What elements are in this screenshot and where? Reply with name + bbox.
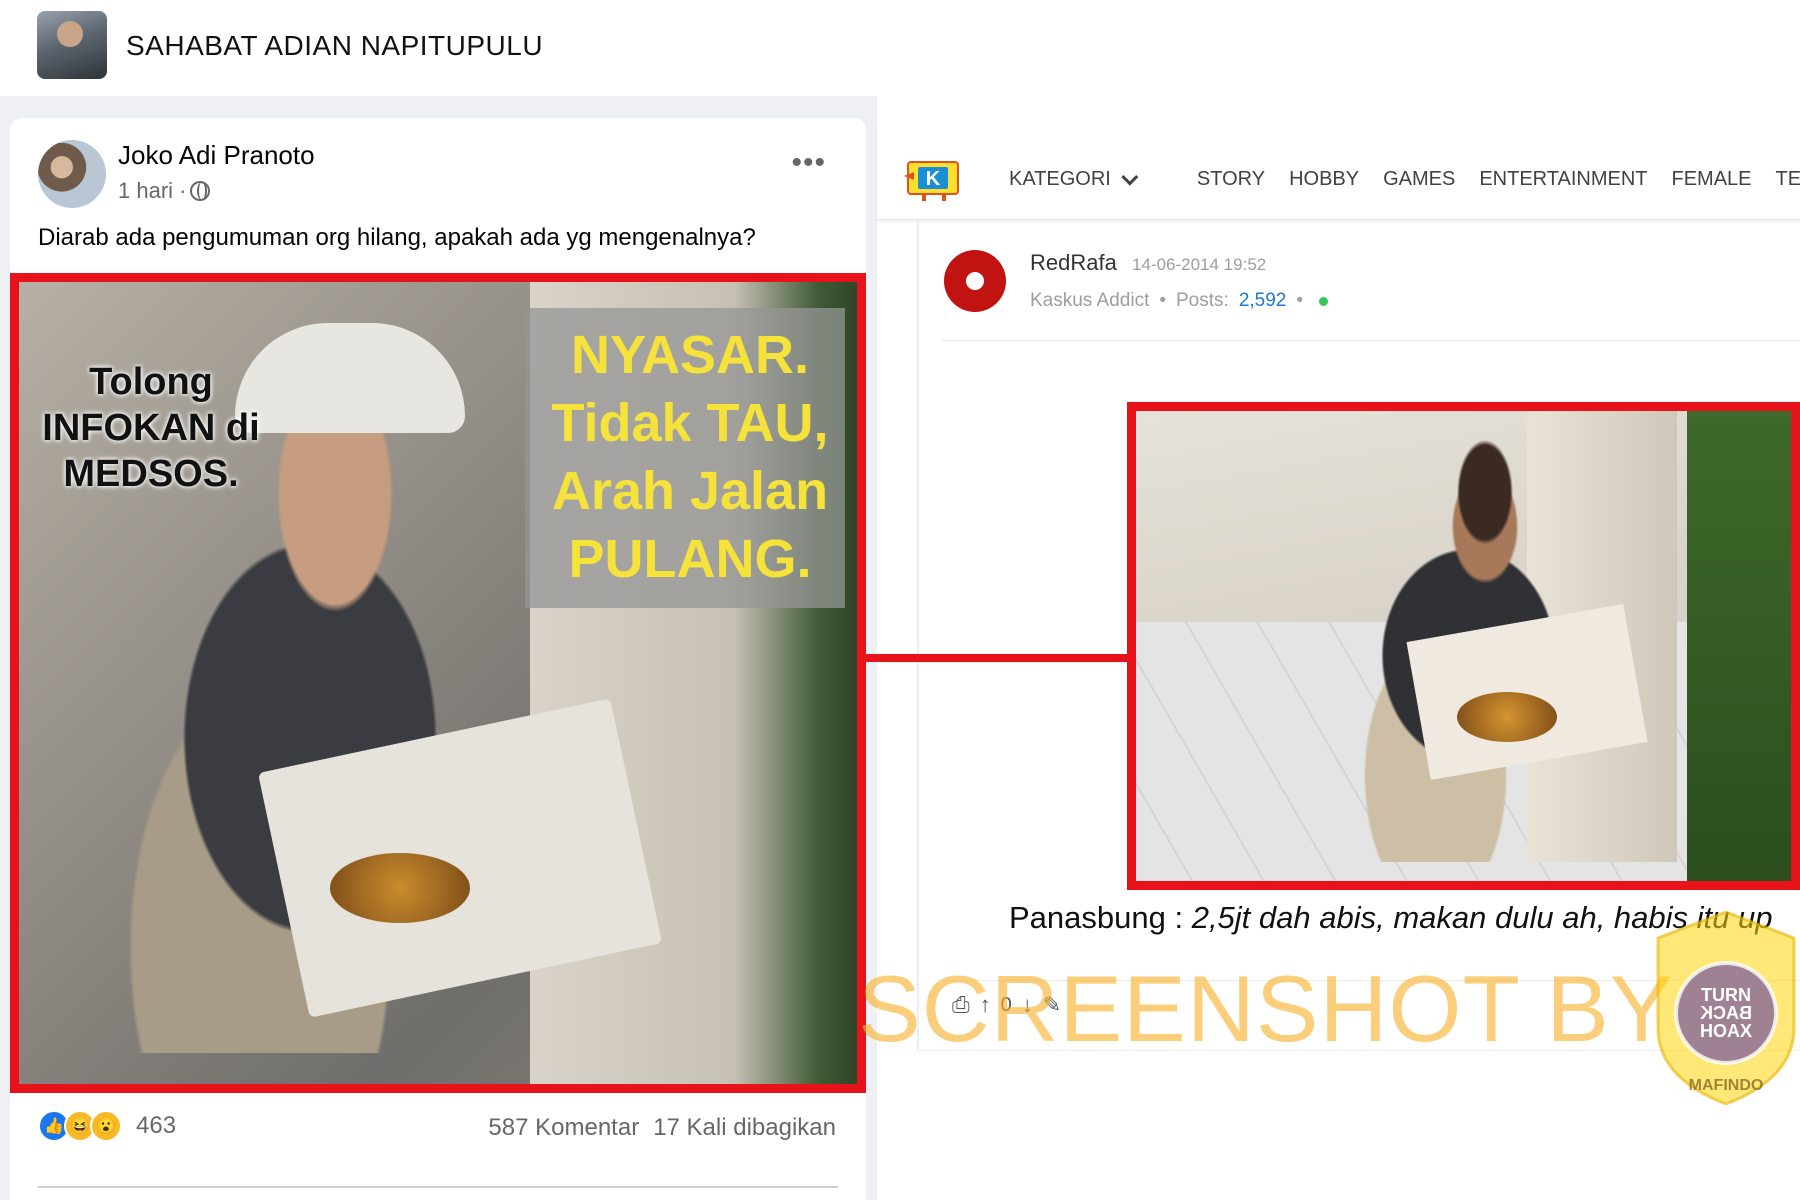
nav-female[interactable]: FEMALE	[1672, 168, 1752, 191]
nav-tech[interactable]: TECH	[1776, 168, 1800, 191]
post-actions: ⎙ ↑ 0 ↓ ✎	[952, 992, 1061, 1018]
globe-icon	[190, 181, 211, 201]
nav-kategori-label: KATEGORI	[1009, 168, 1111, 190]
image-caption-right: NYASAR. Tidak TAU, Arah Jalan PULANG.	[551, 325, 829, 589]
kaskus-panel: K KATEGORI STORY HOBBY GAMES ENTERTAINME…	[877, 0, 1800, 1200]
facebook-panel: SAHABAT ADIAN NAPITUPULU Joko Adi Pranot…	[0, 0, 877, 1200]
nav-games[interactable]: GAMES	[1383, 168, 1455, 191]
post-text: Diarab ada pengumuman org hilang, apakah…	[38, 224, 756, 251]
separator-dot: •	[1296, 290, 1304, 311]
highlight-connector-line	[866, 654, 1128, 662]
posts-count[interactable]: 2,592	[1239, 290, 1287, 312]
author-avatar[interactable]	[38, 140, 106, 208]
more-options-icon[interactable]: •••	[791, 148, 826, 178]
author-name[interactable]: Joko Adi Pranoto	[118, 140, 315, 171]
posts-label: Posts:	[1176, 290, 1229, 311]
group-avatar[interactable]	[37, 11, 107, 79]
share-icon[interactable]: ⎙	[952, 992, 970, 1018]
wow-icon: 😮	[90, 1110, 122, 1142]
caption-prefix: Panasbung :	[1009, 900, 1192, 935]
nav-hobby[interactable]: HOBBY	[1289, 168, 1359, 191]
divider	[38, 1186, 838, 1188]
svg-text:K: K	[926, 168, 941, 190]
vote-count: 0	[1000, 993, 1012, 1016]
group-name[interactable]: SAHABAT ADIAN NAPITUPULU	[126, 30, 543, 62]
post-meta: 1 hari ·	[118, 178, 211, 204]
comments-count[interactable]: 587 Komentar	[488, 1114, 639, 1142]
reply-icon[interactable]: ✎	[1043, 992, 1061, 1018]
upvote-icon[interactable]: ↑	[980, 992, 991, 1018]
reaction-count: 463	[136, 1112, 177, 1139]
post-caption: Panasbung : 2,5jt dah abis, makan dulu a…	[1009, 900, 1772, 936]
divider	[942, 980, 1800, 981]
user-info-line: Kaskus Addict • Posts: 2,592 •	[1030, 290, 1329, 312]
divider	[917, 1050, 1800, 1051]
user-avatar[interactable]	[944, 250, 1006, 312]
shares-count[interactable]: 17 Kali dibagikan	[653, 1114, 836, 1142]
image-food	[330, 853, 470, 923]
image-food	[1457, 692, 1557, 742]
nav-entertainment[interactable]: ENTERTAINMENT	[1479, 168, 1647, 191]
nav-story[interactable]: STORY	[1197, 168, 1265, 191]
divider	[942, 340, 1800, 341]
post-stats: 587 Komentar 17 Kali dibagikan	[488, 1114, 836, 1142]
kaskus-logo[interactable]: K	[904, 156, 966, 202]
post-card: Joko Adi Pranoto 1 hari · ••• Diarab ada…	[10, 118, 866, 1200]
kaskus-header: K KATEGORI STORY HOBBY GAMES ENTERTAINME…	[877, 118, 1800, 220]
separator-dot: •	[1159, 290, 1166, 311]
divider	[917, 220, 919, 1050]
group-header: SAHABAT ADIAN NAPITUPULU	[0, 0, 877, 96]
post-datetime: 14-06-2014 19:52	[1132, 255, 1267, 274]
post-image[interactable]	[1127, 402, 1800, 890]
image-caption-left: Tolong INFOKAN di MEDSOS.	[42, 361, 260, 495]
caption-text: 2,5jt dah abis, makan dulu ah, habis itu…	[1191, 900, 1773, 935]
post-time[interactable]: 1 hari ·	[118, 178, 186, 204]
downvote-icon[interactable]: ↓	[1022, 992, 1033, 1018]
image-person-cap	[235, 323, 465, 433]
username[interactable]: RedRafa	[1030, 250, 1117, 276]
image-plants	[1687, 402, 1800, 890]
chevron-down-icon	[1121, 168, 1139, 186]
online-status-dot	[1319, 296, 1329, 306]
nav-kategori[interactable]: KATEGORI	[1009, 168, 1139, 191]
reactions-summary[interactable]: 👍 😆 😮 463	[38, 1110, 176, 1142]
user-rank: Kaskus Addict	[1030, 290, 1150, 311]
post-image[interactable]: Tolong INFOKAN di MEDSOS. NYASAR. Tidak …	[10, 273, 866, 1093]
kaskus-nav: KATEGORI STORY HOBBY GAMES ENTERTAINMENT…	[1009, 168, 1800, 191]
